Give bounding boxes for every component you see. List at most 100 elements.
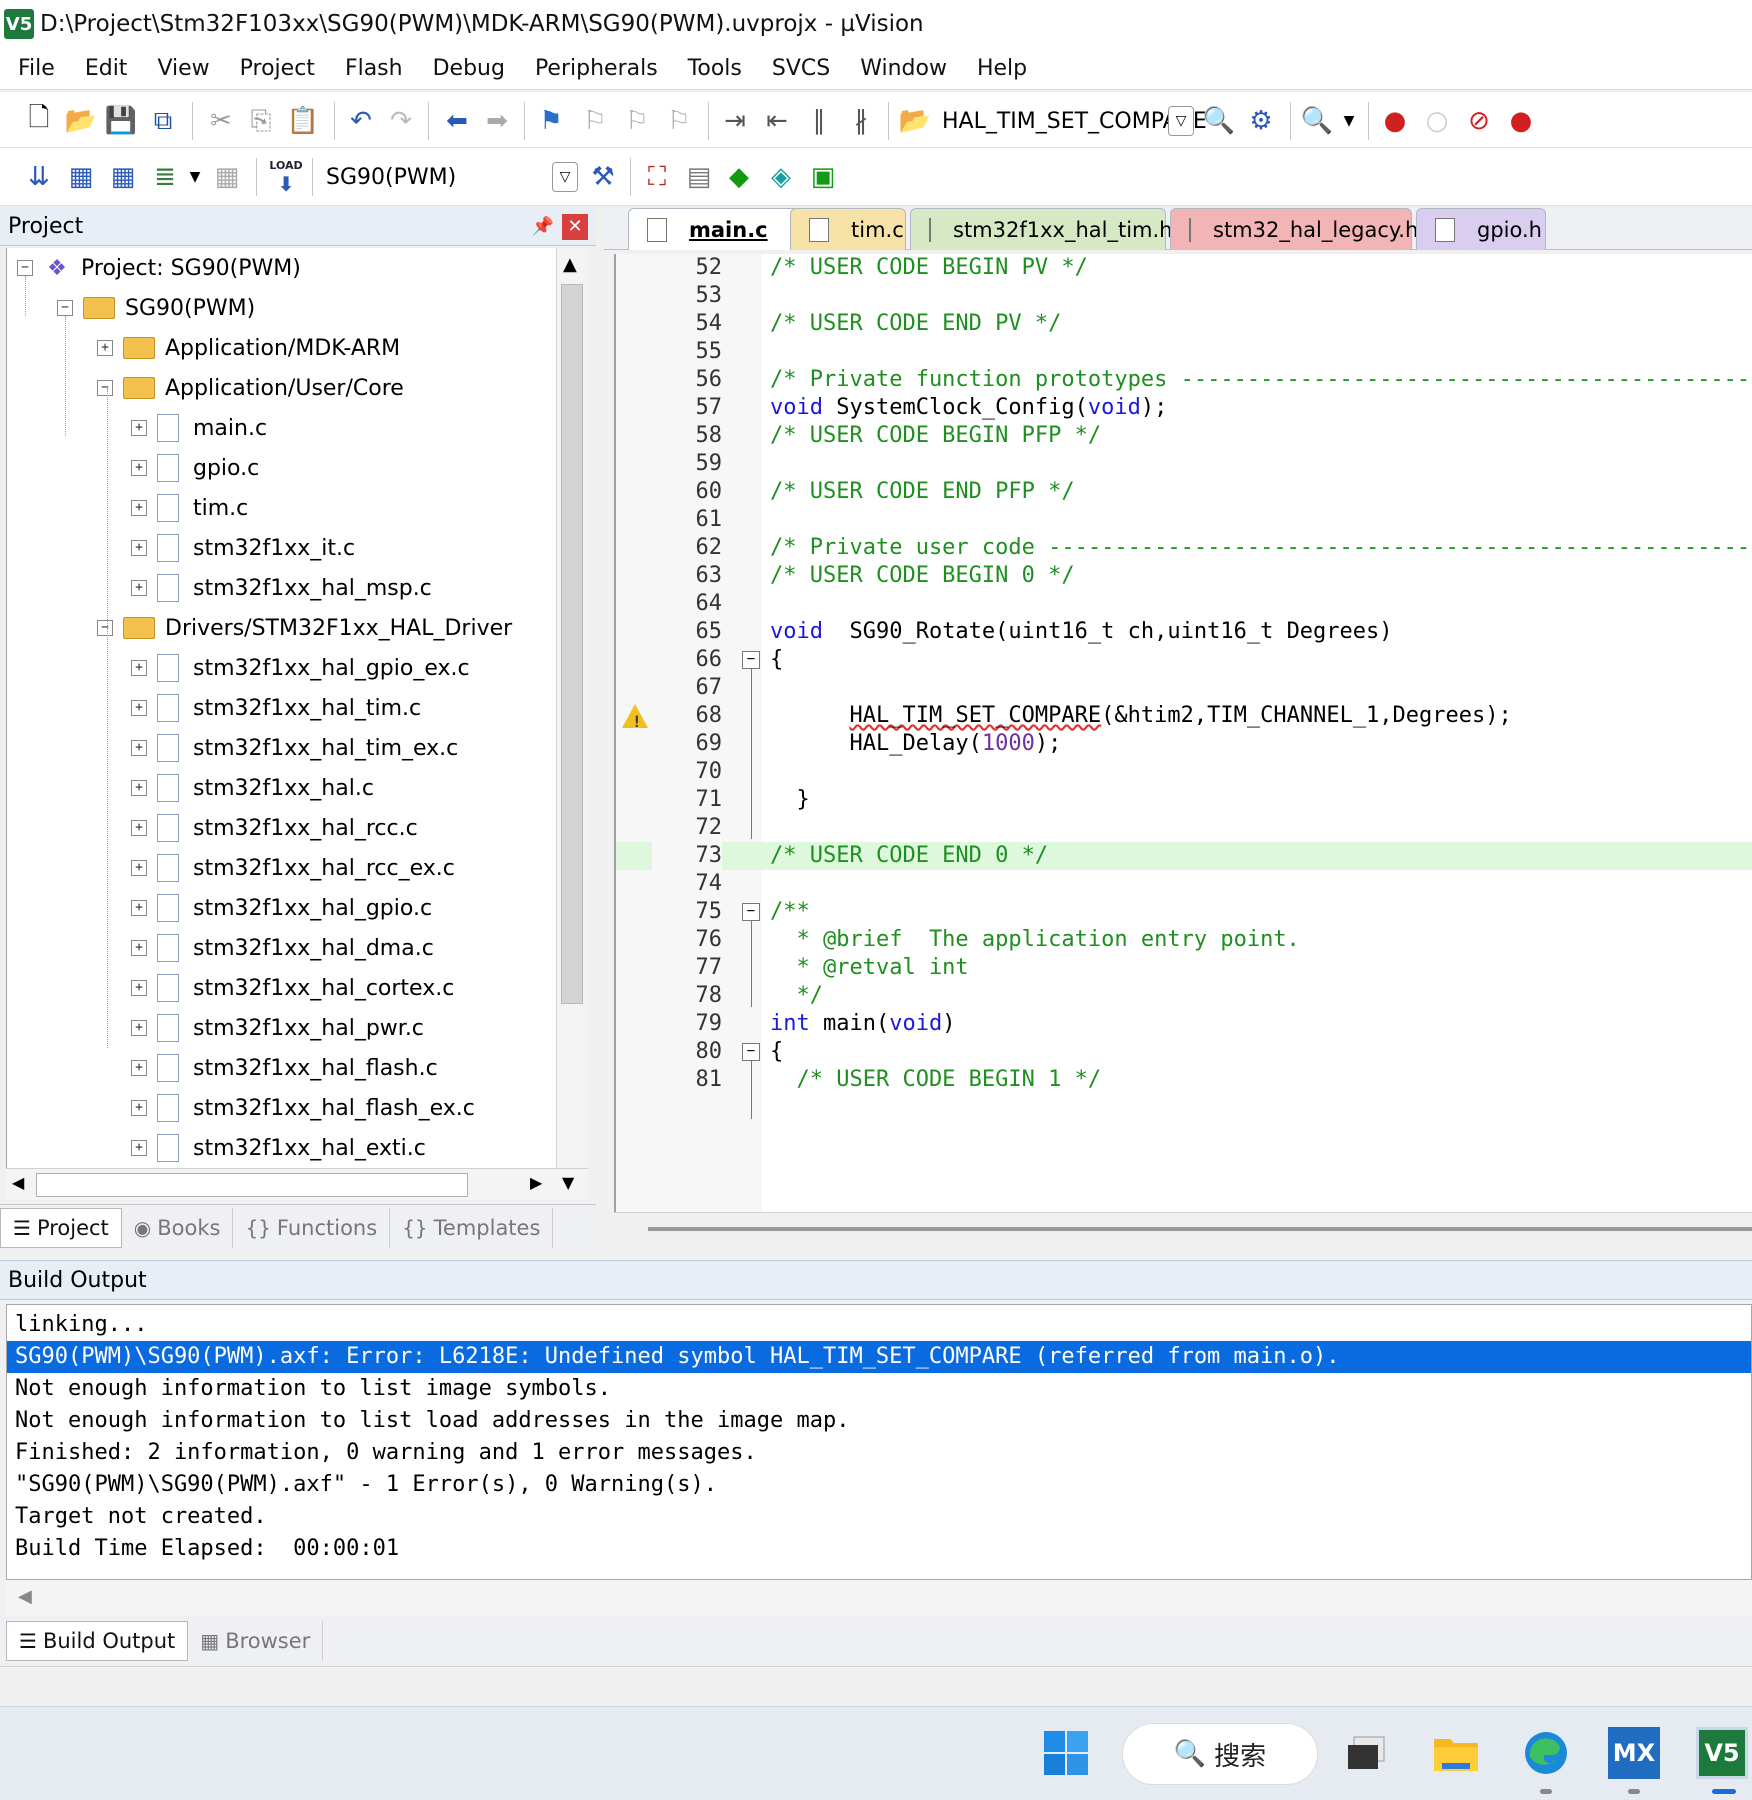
file-explorer-icon[interactable] (1430, 1727, 1482, 1779)
new-file-icon[interactable]: 🗋 (22, 103, 56, 138)
tab-functions[interactable]: {} Functions (233, 1207, 391, 1248)
expand-icon[interactable]: + (131, 1140, 147, 1156)
scroll-left-icon[interactable]: ◀ (18, 1586, 32, 1607)
expand-icon[interactable]: + (131, 740, 147, 756)
undo-icon[interactable]: ↶ (344, 104, 378, 138)
code-line[interactable]: 55 (616, 338, 1752, 366)
expand-icon[interactable]: + (131, 900, 147, 916)
tab-build-output[interactable]: ☰ Build Output (6, 1621, 189, 1661)
save-icon[interactable]: 💾 (104, 104, 138, 138)
navigate-forward-icon[interactable]: ➡ (480, 104, 514, 138)
expand-icon[interactable]: + (131, 460, 147, 476)
code-line[interactable]: 62 /* Private user code -----------------… (616, 534, 1752, 562)
navigate-back-icon[interactable]: ⬅ (440, 104, 474, 138)
batch-build-icon[interactable]: ≣ (148, 160, 182, 194)
tab-browser[interactable]: ▦ Browser (188, 1621, 324, 1661)
code-line[interactable]: 59 (616, 450, 1752, 478)
scroll-right-icon[interactable]: ▶ (530, 1173, 542, 1192)
comment-icon[interactable]: ∥ (802, 104, 836, 138)
collapse-icon[interactable]: − (57, 300, 73, 316)
editor-tab[interactable]: gpio.h (1416, 208, 1546, 250)
expand-icon[interactable]: + (131, 540, 147, 556)
tree-item[interactable]: − SG90(PWM) (57, 288, 255, 328)
scroll-up-icon[interactable]: ▲ (563, 254, 577, 275)
task-view-icon[interactable] (1340, 1727, 1392, 1779)
collapse-icon[interactable]: − (97, 620, 113, 636)
tree-item[interactable]: + stm32f1xx_hal_pwr.c (131, 1008, 424, 1048)
menu-window[interactable]: Window (845, 56, 962, 81)
close-icon[interactable]: ✕ (562, 213, 588, 240)
cut-icon[interactable]: ✂ (204, 104, 238, 138)
editor-tab[interactable]: stm32f1xx_hal_tim.h (910, 208, 1173, 250)
expand-icon[interactable]: + (131, 1060, 147, 1076)
target-options-icon[interactable]: ⚒ (586, 160, 620, 194)
scroll-left-icon[interactable]: ◀ (12, 1173, 24, 1192)
menu-debug[interactable]: Debug (418, 56, 520, 81)
find-combo[interactable]: HAL_TIM_SET_COMPARE ▽ (942, 102, 1207, 140)
code-line[interactable]: 73 /* USER CODE END 0 */ (616, 842, 1752, 870)
breakpoint-disable-all-icon[interactable]: ⊘ (1462, 104, 1496, 138)
manage-rte-icon[interactable]: ◆ (722, 160, 756, 194)
tree-item[interactable]: − Application/User/Core (97, 368, 404, 408)
code-line[interactable]: 58 /* USER CODE BEGIN PFP */ (616, 422, 1752, 450)
build-horizontal-scrollbar[interactable]: ◀ (6, 1580, 1752, 1616)
expand-icon[interactable]: + (131, 980, 147, 996)
bookmark-toggle-icon[interactable]: ⚑ (534, 104, 568, 138)
tree-item[interactable]: + stm32f1xx_hal_cortex.c (131, 968, 454, 1008)
collapse-icon[interactable]: − (17, 260, 33, 276)
tree-item[interactable]: + stm32f1xx_hal_tim.c (131, 688, 421, 728)
stop-build-icon[interactable]: ▦ (210, 160, 244, 194)
collapse-icon[interactable]: − (97, 380, 113, 396)
fold-toggle-icon[interactable]: − (742, 1043, 760, 1061)
code-line[interactable]: 64 (616, 590, 1752, 618)
scroll-down-icon[interactable]: ▼ (562, 1173, 574, 1192)
replace-icon[interactable]: ⚙ (1244, 104, 1278, 138)
build-output-line[interactable]: Finished: 2 information, 0 warning and 1… (7, 1437, 1751, 1469)
build-output-console[interactable]: linking... SG90(PWM)\SG90(PWM).axf: Error… (6, 1304, 1752, 1580)
redo-icon[interactable]: ↷ (384, 104, 418, 138)
menu-edit[interactable]: Edit (70, 56, 143, 81)
expand-icon[interactable]: + (131, 420, 147, 436)
code-line[interactable]: 76 * @brief The application entry point. (616, 926, 1752, 954)
code-line[interactable]: 56 /* Private function prototypes -------… (616, 366, 1752, 394)
code-line[interactable]: 80 {− (616, 1038, 1752, 1066)
breakpoint-kill-all-icon[interactable]: ● (1504, 104, 1538, 138)
code-line[interactable]: 78 */ (616, 982, 1752, 1010)
code-line[interactable]: 71 } (616, 786, 1752, 814)
warning-icon[interactable]: ! (622, 704, 648, 731)
bookmark-next-icon[interactable]: ⚐ (620, 104, 654, 138)
tree-item[interactable]: + tim.c (131, 488, 248, 528)
code-line[interactable]: 63 /* USER CODE BEGIN 0 */ (616, 562, 1752, 590)
menu-peripherals[interactable]: Peripherals (520, 56, 673, 81)
build-output-line[interactable]: Not enough information to list load addr… (7, 1405, 1751, 1437)
build-output-line[interactable]: Target not created. (7, 1501, 1751, 1533)
uncomment-icon[interactable]: ∦ (844, 104, 878, 138)
expand-icon[interactable]: + (131, 660, 147, 676)
expand-icon[interactable]: + (131, 780, 147, 796)
code-line[interactable]: 52 /* USER CODE BEGIN PV */ (616, 254, 1752, 282)
tree-item[interactable]: + stm32f1xx_hal_flash.c (131, 1048, 438, 1088)
tab-templates[interactable]: {} Templates (390, 1207, 554, 1248)
tree-item[interactable]: + stm32f1xx_it.c (131, 528, 355, 568)
code-line[interactable]: 77 * @retval int (616, 954, 1752, 982)
expand-icon[interactable]: + (131, 820, 147, 836)
copy-icon[interactable]: ⎘ (244, 104, 278, 138)
tree-item[interactable]: + main.c (131, 408, 267, 448)
menu-file[interactable]: File (0, 56, 70, 81)
keil-uvision-icon[interactable]: V5 (1696, 1727, 1748, 1779)
indent-icon[interactable]: ⇥ (718, 104, 752, 138)
build-output-line[interactable]: Not enough information to list image sym… (7, 1373, 1751, 1405)
tree-item[interactable]: + stm32f1xx_hal.c (131, 768, 374, 808)
expand-icon[interactable]: + (131, 1100, 147, 1116)
tree-item[interactable]: + Application/MDK-ARM (97, 328, 400, 368)
menu-tools[interactable]: Tools (673, 56, 757, 81)
chevron-down-icon[interactable]: ▽ (1168, 106, 1194, 136)
tree-item[interactable]: + stm32f1xx_hal_gpio.c (131, 888, 432, 928)
expand-icon[interactable]: + (131, 1020, 147, 1036)
expand-icon[interactable]: + (131, 940, 147, 956)
code-line[interactable]: 74 (616, 870, 1752, 898)
tree-item[interactable]: + gpio.c (131, 448, 259, 488)
incremental-find-icon[interactable]: 🔍 (1300, 104, 1334, 138)
download-load-icon[interactable]: LOAD ⬇ (266, 159, 306, 196)
pin-icon[interactable]: 📌 (532, 216, 554, 237)
